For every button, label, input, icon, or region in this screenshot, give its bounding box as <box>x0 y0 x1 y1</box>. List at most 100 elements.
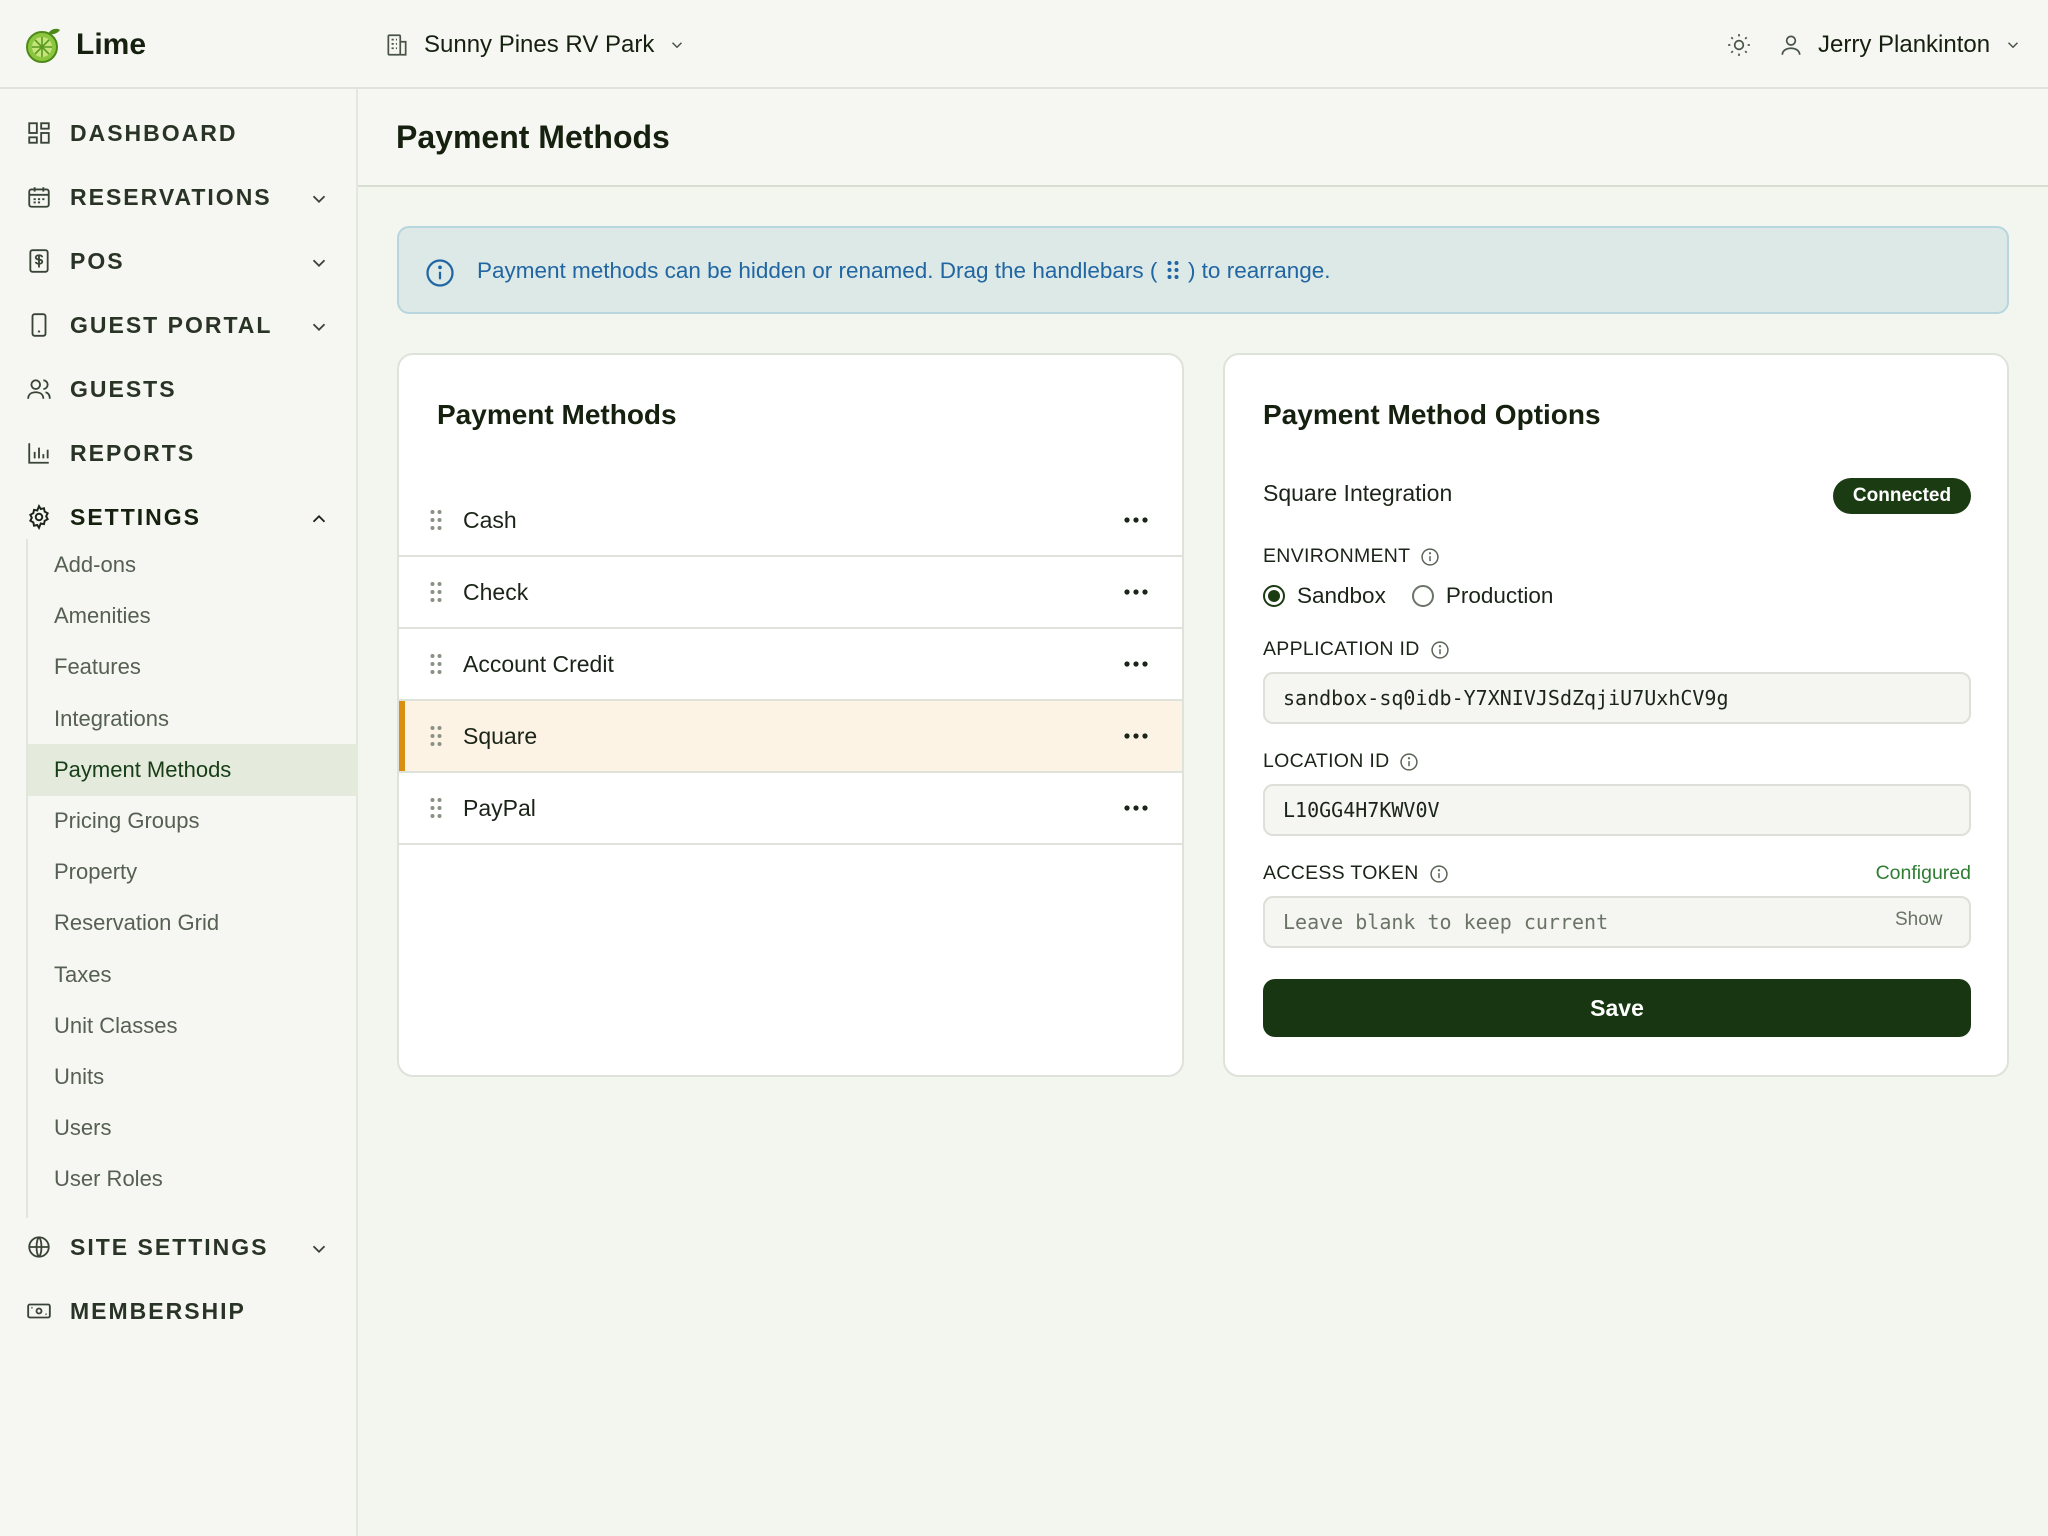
payment-methods-card: Payment Methods Cash Check Account Credi… <box>397 353 1184 1077</box>
method-name: Square <box>463 723 538 749</box>
globe-icon <box>28 1236 50 1258</box>
subnav-users[interactable]: Users <box>28 1102 358 1154</box>
subnav-label: Pricing Groups <box>54 808 200 833</box>
page-title: Payment Methods <box>396 119 670 155</box>
building-icon <box>387 34 407 56</box>
method-name: Account Credit <box>463 651 614 677</box>
drag-handle-icon[interactable] <box>429 724 443 748</box>
subnav-property[interactable]: Property <box>28 846 358 898</box>
bar-chart-icon <box>28 443 49 464</box>
brand-name: Lime <box>76 28 147 61</box>
nav-label: POS <box>70 248 125 274</box>
info-circle-icon[interactable] <box>1429 864 1449 884</box>
subnav-taxes[interactable]: Taxes <box>28 949 358 1001</box>
property-name: Sunny Pines RV Park <box>424 31 655 58</box>
info-circle-icon[interactable] <box>1430 640 1450 660</box>
info-circle-icon[interactable] <box>1399 752 1419 772</box>
access-token-label: ACCESS TOKEN <box>1263 862 1449 885</box>
method-row-account-credit[interactable]: Account Credit <box>399 629 1182 701</box>
subnav-label: Amenities <box>54 603 151 628</box>
info-text-end: ) to rearrange. <box>1187 258 1331 283</box>
nav-label: RESERVATIONS <box>70 184 272 210</box>
more-options-icon[interactable] <box>1121 655 1151 673</box>
subnav-label: User Roles <box>54 1166 163 1191</box>
info-message: Payment methods can be hidden or renamed… <box>477 258 1331 284</box>
show-token-button[interactable]: Show <box>1895 909 1943 931</box>
subnav-label: Units <box>54 1064 105 1089</box>
options-card-title: Payment Method Options <box>1263 399 1601 430</box>
nav-site-settings[interactable]: SITE SETTINGS <box>0 1219 356 1275</box>
subnav-amenities[interactable]: Amenities <box>28 590 358 642</box>
brand[interactable]: Lime <box>24 24 146 66</box>
more-options-icon[interactable] <box>1121 799 1151 817</box>
property-switcher[interactable]: Sunny Pines RV Park <box>384 26 686 64</box>
method-row-paypal[interactable]: PayPal <box>399 773 1182 845</box>
nav-label: REPORTS <box>70 440 196 466</box>
application-id-input[interactable] <box>1263 672 1971 724</box>
radio-production[interactable]: Production <box>1411 583 1553 609</box>
subnav-label: Users <box>54 1115 112 1140</box>
nav-guest-portal[interactable]: GUEST PORTAL <box>0 297 356 353</box>
method-row-cash[interactable]: Cash <box>399 485 1182 557</box>
nav-pos[interactable]: POS <box>0 233 356 289</box>
nav-guests[interactable]: GUESTS <box>0 361 356 417</box>
info-icon <box>426 259 454 287</box>
drag-handle-icon[interactable] <box>429 652 443 676</box>
subnav-pricing-groups[interactable]: Pricing Groups <box>28 795 358 847</box>
theme-toggle-button[interactable] <box>1726 32 1752 58</box>
radio-sandbox[interactable]: Sandbox <box>1263 583 1386 609</box>
settings-subnav: Add-ons Amenities Features Integrations … <box>26 539 358 1218</box>
sun-icon <box>1728 34 1750 56</box>
radio-circle <box>1411 585 1434 607</box>
drag-handle-icon[interactable] <box>429 796 443 820</box>
chevron-down-icon <box>672 42 683 49</box>
chevron-down-icon <box>312 1245 326 1254</box>
save-button[interactable]: Save <box>1263 979 1971 1037</box>
info-circle-icon[interactable] <box>1420 547 1440 567</box>
page-header: Payment Methods <box>358 89 2048 187</box>
nav-membership[interactable]: MEMBERSHIP <box>0 1283 356 1339</box>
more-options-icon[interactable] <box>1121 727 1151 745</box>
payment-method-options-card: Payment Method Options Square Integratio… <box>1223 353 2009 1077</box>
more-options-icon[interactable] <box>1121 583 1151 601</box>
user-menu[interactable]: Jerry Plankinton <box>1778 26 2022 64</box>
lime-logo-icon <box>26 28 60 63</box>
methods-card-title: Payment Methods <box>437 399 677 430</box>
subnav-label: Unit Classes <box>54 1013 178 1038</box>
subnav-features[interactable]: Features <box>28 641 358 693</box>
subnav-integrations[interactable]: Integrations <box>28 693 358 745</box>
location-id-input[interactable] <box>1263 784 1971 836</box>
subnav-payment-methods[interactable]: Payment Methods <box>28 744 358 796</box>
subnav-units[interactable]: Units <box>28 1051 358 1103</box>
subnav-reservation-grid[interactable]: Reservation Grid <box>28 897 358 949</box>
nav-dashboard[interactable]: DASHBOARD <box>0 105 356 161</box>
nav-label: GUESTS <box>70 376 177 402</box>
drag-handle-icon[interactable] <box>429 580 443 604</box>
subnav-label: Features <box>54 654 141 679</box>
drag-handle-icon[interactable] <box>429 508 443 532</box>
subnav-unit-classes[interactable]: Unit Classes <box>28 1000 358 1052</box>
nav-settings[interactable]: SETTINGS <box>0 489 356 545</box>
application-id-label-text: APPLICATION ID <box>1263 638 1420 660</box>
token-configured-status: Configured <box>1875 862 1971 884</box>
chevron-down-icon <box>312 259 326 268</box>
sidebar: DASHBOARD RESERVATIONS POS GUEST PORTAL … <box>0 89 358 1536</box>
chevron-down-icon <box>2008 42 2019 49</box>
access-token-input[interactable] <box>1263 896 1971 948</box>
method-row-square[interactable]: Square <box>399 701 1182 773</box>
nav-reports[interactable]: REPORTS <box>0 425 356 481</box>
info-text-start: Payment methods can be hidden or renamed… <box>477 258 1158 283</box>
application-id-label: APPLICATION ID <box>1263 638 1450 661</box>
user-icon <box>1781 35 1801 55</box>
access-token-label-text: ACCESS TOKEN <box>1263 862 1419 884</box>
info-banner: Payment methods can be hidden or renamed… <box>397 226 2009 314</box>
subnav-add-ons[interactable]: Add-ons <box>28 539 358 591</box>
nav-reservations[interactable]: RESERVATIONS <box>0 169 356 225</box>
nav-label: DASHBOARD <box>70 120 238 146</box>
gear-icon <box>29 504 49 530</box>
method-name: Cash <box>463 507 517 533</box>
chevron-down-icon <box>312 323 326 332</box>
subnav-user-roles[interactable]: User Roles <box>28 1153 358 1205</box>
method-row-check[interactable]: Check <box>399 557 1182 629</box>
more-options-icon[interactable] <box>1121 511 1151 529</box>
